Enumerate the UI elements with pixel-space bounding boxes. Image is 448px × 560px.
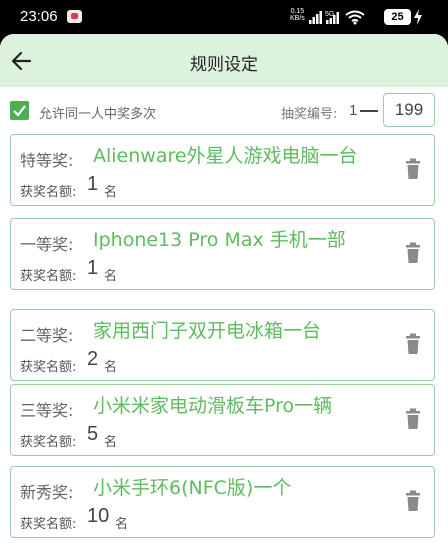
winner-count-unit: 名 — [104, 269, 118, 284]
app-bar: 规则设定 — [0, 34, 448, 87]
winner-count[interactable]: 10 — [87, 505, 109, 528]
rule-options: 允许同一人中奖多次 抽奖编号: 1 199 — [0, 87, 448, 131]
status-time: 23:06 — [20, 8, 58, 25]
winner-count-label: 获奖名额: — [20, 517, 77, 532]
prize-card[interactable]: 特等奖: Alienware外星人游戏电脑一台获奖名额: 1 名 — [10, 134, 435, 206]
winner-count-label: 获奖名额: — [20, 185, 77, 200]
network-speed: 0.15 KB/s — [290, 8, 305, 22]
winner-count[interactable]: 2 — [87, 348, 98, 371]
winner-count[interactable]: 5 — [87, 423, 98, 446]
winner-count-unit: 名 — [104, 360, 118, 375]
network-speed-value: 0.15 — [290, 8, 305, 15]
winner-count-unit: 名 — [104, 185, 118, 200]
prize-name[interactable]: Alienware外星人游戏电脑一台 — [93, 141, 358, 168]
lottery-number-start: 1 — [349, 102, 358, 119]
prize-level: 新秀奖: — [20, 483, 74, 502]
winner-count[interactable]: 1 — [87, 173, 98, 196]
lottery-number-label: 抽奖编号: — [281, 107, 338, 122]
winner-count-label: 获奖名额: — [20, 269, 77, 284]
prize-card[interactable]: 二等奖: 家用西门子双开电冰箱一台获奖名额: 2 名 — [10, 309, 435, 381]
network-type: 5G — [325, 11, 334, 18]
wifi-icon — [345, 10, 365, 22]
signal-wifi-icons: 5G — [309, 10, 365, 25]
prize-card[interactable]: 三等奖: 小米米家电动滑板车Pro一辆获奖名额: 5 名 — [10, 384, 435, 456]
prize-level: 三等奖: — [20, 401, 74, 420]
charging-icon — [414, 9, 422, 25]
range-dash — [360, 110, 378, 112]
winner-count[interactable]: 1 — [87, 257, 98, 280]
page-title: 规则设定 — [190, 55, 258, 75]
status-bar: 23:06 0.15 KB/s 5G 25 — [0, 0, 448, 34]
lottery-number-end-input[interactable]: 199 — [383, 93, 435, 127]
prize-name[interactable]: 家用西门子双开电冰箱一台 — [93, 316, 321, 343]
prize-name[interactable]: 小米米家电动滑板车Pro一辆 — [93, 391, 332, 418]
winner-count-unit: 名 — [104, 435, 118, 450]
prize-level: 二等奖: — [20, 326, 74, 345]
trash-icon[interactable] — [403, 333, 423, 355]
network-speed-unit: KB/s — [290, 15, 305, 22]
check-icon — [13, 105, 26, 117]
trash-icon[interactable] — [403, 490, 423, 512]
allow-multiple-label[interactable]: 允许同一人中奖多次 — [39, 103, 156, 122]
app-screen: 规则设定 允许同一人中奖多次 抽奖编号: 1 199 特等奖: Alienware… — [0, 34, 448, 560]
prize-card[interactable]: 一等奖: Iphone13 Pro Max 手机一部获奖名额: 1 名 — [10, 218, 435, 290]
prize-level: 特等奖: — [20, 151, 74, 170]
allow-multiple-checkbox[interactable] — [10, 101, 29, 120]
trash-icon[interactable] — [403, 408, 423, 430]
winner-count-label: 获奖名额: — [20, 360, 77, 375]
trash-icon[interactable] — [403, 158, 423, 180]
wifi-dot — [353, 21, 357, 25]
winner-count-label: 获奖名额: — [20, 435, 77, 450]
prize-level: 一等奖: — [20, 235, 74, 254]
notification-icon — [67, 10, 82, 23]
battery-indicator: 25 — [384, 9, 411, 25]
prize-card[interactable]: 新秀奖: 小米手环6(NFC版)一个获奖名额: 10 名 — [10, 466, 435, 538]
signal-icon — [309, 11, 322, 24]
trash-icon[interactable] — [403, 242, 423, 264]
prize-name[interactable]: 小米手环6(NFC版)一个 — [93, 473, 291, 500]
winner-count-unit: 名 — [115, 517, 129, 532]
prize-name[interactable]: Iphone13 Pro Max 手机一部 — [93, 225, 346, 252]
